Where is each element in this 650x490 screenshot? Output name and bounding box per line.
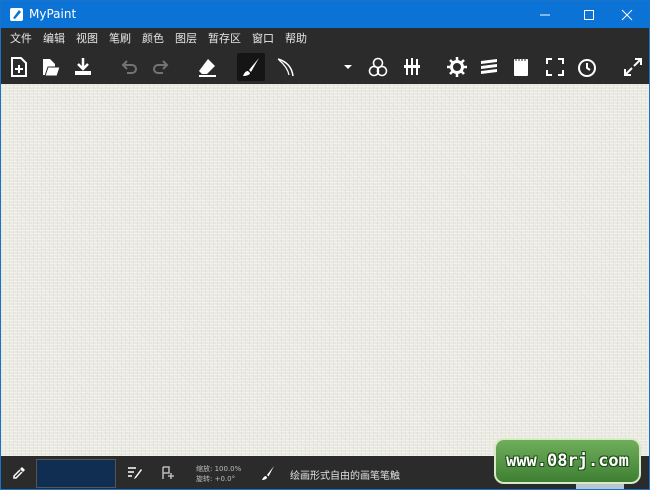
close-button[interactable] — [605, 1, 649, 28]
zoom-label: 缩放: 100.0% — [196, 465, 242, 473]
mypaint-app-icon — [9, 7, 24, 22]
fullscreen-icon — [546, 58, 564, 76]
brush-edit-icon — [128, 467, 142, 479]
minimize-icon — [540, 14, 550, 15]
menu-layer[interactable]: 图层 — [170, 28, 202, 50]
color-circles-button[interactable] — [364, 53, 392, 81]
menu-window[interactable]: 窗口 — [247, 28, 279, 50]
watermark-badge: www.08rj.com — [494, 438, 641, 484]
current-brush-indicator — [259, 464, 277, 482]
menu-brush[interactable]: 笔刷 — [104, 28, 136, 50]
menu-view[interactable]: 视图 — [71, 28, 103, 50]
eyedropper-icon — [13, 467, 25, 479]
settings-gear-icon — [447, 57, 467, 77]
save-button[interactable] — [69, 53, 97, 81]
fullscreen-button[interactable] — [541, 53, 569, 81]
close-icon — [621, 9, 633, 20]
current-color-swatch[interactable] — [36, 459, 116, 488]
freehand-brush-icon — [243, 58, 259, 76]
menu-color[interactable]: 颜色 — [137, 28, 169, 50]
brushes-icon — [404, 58, 420, 75]
rotate-label: 旋转: +0.0° — [196, 475, 236, 483]
undo-button[interactable] — [115, 53, 143, 81]
minimize-button[interactable] — [523, 1, 567, 28]
menu-scratchpad[interactable]: 暂存区 — [203, 28, 246, 50]
zoom-rotation-info: 缩放: 100.0% 旋转: +0.0° — [196, 464, 241, 484]
brush-dropdown-button[interactable] — [334, 53, 362, 81]
new-document-icon — [11, 57, 27, 77]
dropdown-arrow-icon — [344, 65, 352, 69]
clock-icon — [578, 59, 596, 77]
scratchpad-button[interactable] — [507, 53, 535, 81]
save-download-icon — [75, 58, 91, 75]
undo-icon — [121, 60, 137, 74]
title-bar: MyPaint — [1, 1, 649, 28]
expand-icon — [624, 58, 642, 76]
open-file-button[interactable] — [37, 53, 65, 81]
menu-bar: 文件 编辑 视图 笔刷 颜色 图层 暂存区 窗口 帮助 — [1, 28, 649, 50]
freehand-brush-button[interactable] — [237, 53, 265, 81]
brush-edit-button[interactable] — [126, 464, 144, 482]
brush-icon — [262, 466, 274, 480]
add-layer-button[interactable] — [159, 464, 177, 482]
color-picker-button[interactable] — [10, 464, 28, 482]
window-title: MyPaint — [29, 7, 77, 21]
ink-pen-button[interactable] — [271, 53, 299, 81]
layers-button[interactable] — [475, 53, 503, 81]
preferences-button[interactable] — [443, 53, 471, 81]
ink-pen-icon — [277, 58, 294, 77]
menu-help[interactable]: 帮助 — [280, 28, 312, 50]
menu-file[interactable]: 文件 — [5, 28, 37, 50]
menu-edit[interactable]: 编辑 — [38, 28, 70, 50]
status-message: 绘画形式自由的画笔笔触 — [290, 471, 400, 482]
paint-canvas[interactable] — [1, 84, 649, 456]
scratchpad-notepad-icon — [514, 58, 528, 76]
watermark-text: www.08rj.com — [506, 451, 629, 471]
redo-icon — [153, 60, 169, 74]
history-clock-button[interactable] — [573, 53, 601, 81]
main-toolbar — [1, 50, 649, 84]
redo-button[interactable] — [147, 53, 175, 81]
new-document-button[interactable] — [5, 53, 33, 81]
layer-add-icon — [162, 466, 174, 479]
brushes-button[interactable] — [398, 53, 426, 81]
watermark-strip — [576, 484, 624, 489]
mypaint-window: MyPaint 文件 编辑 视图 笔刷 颜色 图层 暂存区 窗口 帮助 缩放: … — [0, 0, 650, 490]
maximize-icon — [584, 9, 594, 20]
color-circles-icon — [368, 57, 388, 77]
layers-icon — [481, 59, 497, 74]
eraser-button[interactable] — [193, 53, 221, 81]
expand-button[interactable] — [619, 53, 647, 81]
eraser-icon — [199, 59, 216, 77]
open-file-icon — [43, 59, 61, 77]
